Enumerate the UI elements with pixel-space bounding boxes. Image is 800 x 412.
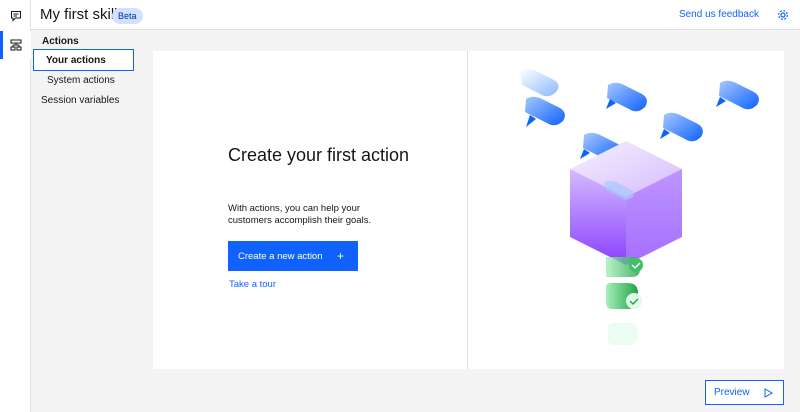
feedback-link[interactable]: Send us feedback [679,9,759,20]
create-action-button[interactable]: Create a new action + [228,241,358,271]
bubble-3 [606,82,647,112]
left-rail [0,0,31,412]
nav-item-session-variables[interactable]: Session variables [31,90,119,112]
bubble-4 [716,80,759,110]
plus-icon: + [336,249,344,263]
check-token-1 [606,257,643,277]
actions-icon [10,39,21,51]
take-a-tour-link[interactable]: Take a tour [229,279,276,290]
nav-item-your-actions[interactable]: Your actions [33,49,134,71]
skill-title: My first skill [40,6,118,23]
empty-state-description: With actions, you can help your customer… [228,203,372,226]
check-token-2 [606,283,642,309]
bubble-2 [525,96,565,127]
nav-heading: Actions [42,36,79,47]
check-token-3 [608,323,638,345]
nav-item-system-actions[interactable]: System actions [31,70,115,92]
cube [570,141,682,265]
bubble-5 [660,112,703,142]
preview-label: Preview [714,387,750,398]
gear-icon[interactable] [777,9,789,21]
create-action-label: Create a new action [238,250,323,262]
chat-icon [10,11,21,22]
bubble-1 [520,68,559,97]
empty-state-heading: Create your first action [228,145,410,165]
beta-badge: Beta [112,8,143,24]
preview-button[interactable]: Preview [705,380,784,405]
top-header: My first skill Beta Send us feedback [31,0,800,30]
actions-illustration [520,68,759,345]
rail-actions-button[interactable] [0,31,31,59]
rail-chat-button[interactable] [0,2,31,30]
play-icon [764,387,773,398]
